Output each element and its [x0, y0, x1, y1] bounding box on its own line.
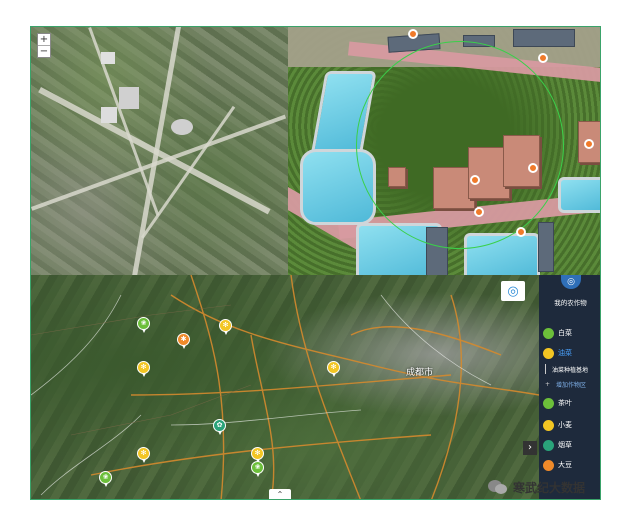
city-label: 成都市: [406, 368, 434, 378]
wheat-icon[interactable]: ✻: [137, 361, 150, 377]
satellite-map[interactable]: + −: [31, 27, 288, 275]
legend-item-label: 油菜: [558, 349, 572, 357]
legend-item-baicai[interactable]: 白菜: [543, 327, 572, 339]
tobacco-icon[interactable]: ✿: [213, 419, 226, 435]
plus-icon: +: [545, 380, 551, 388]
bean-icon: [543, 459, 554, 471]
legend-item-tobacco[interactable]: 烟草: [543, 439, 572, 451]
wheat-icon[interactable]: ✻: [251, 447, 264, 463]
building: [171, 119, 193, 135]
greenhouse: [513, 29, 575, 47]
location-marker[interactable]: [528, 163, 538, 173]
location-marker[interactable]: [538, 53, 548, 63]
regional-map[interactable]: 成都市 ◎ ❀ ✱ ✻ ✻ ✻ ✿ ✻ ✻ ❀ ❀ › ⌃: [31, 275, 539, 499]
zoom-control: + −: [37, 33, 51, 58]
globe-icon[interactable]: ◎: [561, 275, 581, 289]
legend-sub-add[interactable]: + 增加作物区: [545, 379, 586, 389]
greenhouse: [538, 222, 554, 272]
pond: [558, 177, 600, 213]
location-marker[interactable]: [474, 207, 484, 217]
wheat-icon[interactable]: ✻: [219, 319, 232, 335]
wheat-icon[interactable]: ✻: [137, 447, 150, 463]
building: [101, 52, 115, 64]
building: [101, 107, 117, 123]
location-marker[interactable]: [516, 227, 526, 237]
legend-title: 我的农作物: [554, 299, 587, 307]
zoom-in-button[interactable]: +: [38, 34, 50, 46]
expand-panel-button[interactable]: ›: [523, 441, 537, 455]
legend-item-soybean[interactable]: 大豆: [543, 459, 572, 471]
watermark: 寒武纪大数据: [487, 478, 585, 496]
legend-sub-base[interactable]: 油菜种植基地: [545, 364, 588, 374]
collapse-button[interactable]: ⌃: [269, 489, 291, 499]
location-marker[interactable]: [584, 139, 594, 149]
legend-sub-label: 油菜种植基地: [552, 366, 589, 374]
legend-item-youcai[interactable]: 油菜: [543, 347, 572, 359]
legend-item-tea[interactable]: 茶叶: [543, 397, 572, 409]
crop-legend-panel: ◎ 我的农作物 白菜 油菜 油菜种植基地 + 增加作物区 茶叶 小麦 烟草 大豆: [539, 275, 600, 499]
map-dashboard: + − 成都市 ◎ ❀ ✱ ✻ ✻ ✻ ✿ ✻ ✻ ❀ ❀ › ⌃ ◎ 我的农作…: [30, 26, 601, 500]
globe-icon[interactable]: ◎: [501, 281, 525, 301]
leaf-icon: [543, 397, 554, 409]
wechat-icon: [488, 480, 507, 494]
leaf-icon: [543, 327, 554, 339]
road-network: [31, 275, 539, 499]
wheat-icon: [543, 419, 554, 431]
legend-sub-label: 增加作物区: [556, 381, 587, 389]
building: [119, 87, 139, 109]
leaf-icon[interactable]: ❀: [137, 317, 150, 333]
watermark-text: 寒武纪大数据: [513, 480, 586, 495]
leaf-icon[interactable]: ❀: [99, 471, 112, 487]
legend-item-label: 小麦: [558, 421, 572, 429]
location-marker[interactable]: [470, 175, 480, 185]
selection-radius-circle: [356, 41, 564, 249]
park-3d-view[interactable]: [288, 27, 600, 275]
legend-item-wheat[interactable]: 小麦: [543, 419, 572, 431]
bean-icon[interactable]: ✱: [177, 333, 190, 349]
leaf-icon[interactable]: ❀: [251, 461, 264, 477]
rapeseed-icon: [543, 347, 554, 359]
location-marker[interactable]: [408, 29, 418, 39]
legend-item-label: 茶叶: [558, 399, 572, 407]
tobacco-icon: [543, 439, 554, 451]
legend-item-label: 白菜: [558, 329, 572, 337]
road: [130, 27, 181, 275]
legend-item-label: 烟草: [558, 441, 572, 449]
legend-item-label: 大豆: [558, 461, 572, 469]
zoom-out-button[interactable]: −: [38, 46, 50, 57]
wheat-icon[interactable]: ✻: [327, 361, 340, 377]
